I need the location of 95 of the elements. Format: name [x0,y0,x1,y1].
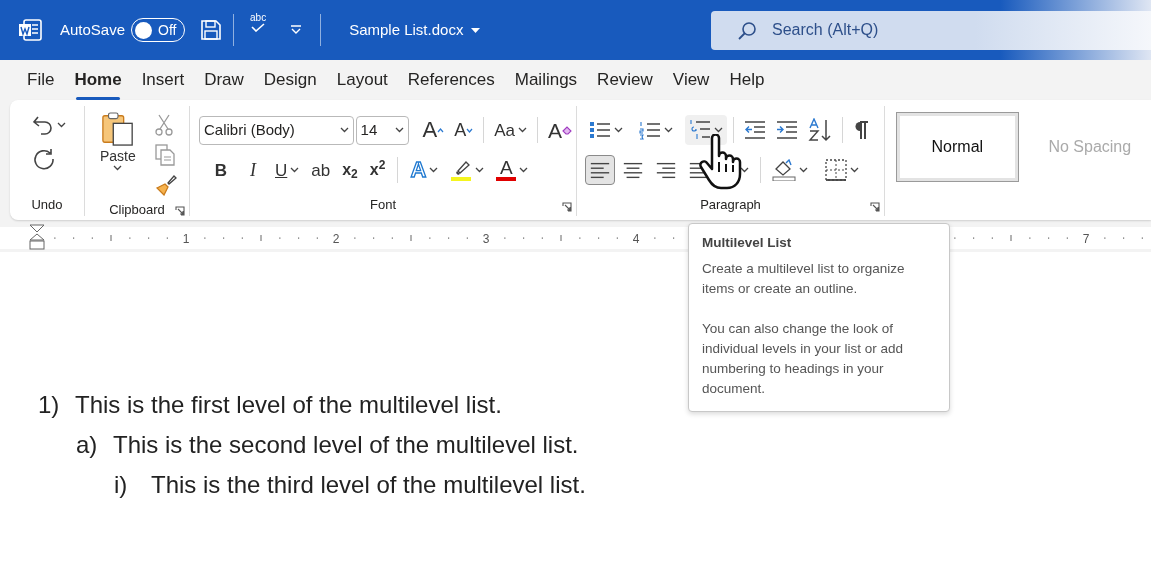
customize-chevron-icon[interactable] [290,25,303,35]
undo-icon [32,114,54,136]
chevron-down-icon [664,127,673,133]
chevron-down-icon [614,127,623,133]
app-icon [18,19,42,41]
tooltip-title: Multilevel List [702,234,793,252]
ribbon-tab[interactable]: Draw [194,61,254,97]
group-label: Paragraph [700,196,761,215]
strikethrough-button[interactable]: ab [307,155,335,185]
align-left-button[interactable] [585,155,615,185]
ribbon-tab[interactable]: View [662,61,720,97]
group-label: Clipboard [109,201,165,219]
chevron-down-icon [113,165,123,171]
highlighter-icon [450,159,473,181]
dialog-launcher-icon[interactable] [175,205,185,216]
clipboard-icon [100,111,135,147]
ribbon-tab[interactable]: Insert [131,61,195,97]
text-effects-button[interactable]: A [406,155,443,185]
numbered-list-icon [639,120,661,140]
autosave-label: AutoSave [60,19,126,40]
italic-button[interactable]: I [239,155,267,185]
ruler-number: 1 [182,231,190,248]
font-name-combo[interactable]: Calibri (Body) [199,115,354,145]
ribbon-tab[interactable]: Help [719,61,775,97]
group-label: Font [370,196,396,215]
paint-bucket-icon [772,159,796,181]
search-field[interactable]: Search (Alt+Q) [711,10,1151,50]
list-item-text: This is the second level of the multilevel list. [113,430,579,460]
multilevel-list-icon [689,119,711,141]
tooltip-text: You can also change the look of individual levels in your list or add numbering to headings in your document. [702,320,905,398]
ruler-number: 7 [1082,231,1090,248]
spelling-button[interactable]: abc [246,12,271,48]
chevron-down-icon [429,167,439,173]
ribbon-tab[interactable]: References [397,61,505,97]
outdent-icon [744,120,766,140]
chevron-down-icon [714,127,723,133]
multilevel-list-button[interactable] [685,115,727,145]
ribbon-tab[interactable]: Review [587,61,663,97]
style-gallery-item[interactable]: Normal [896,112,1019,182]
ribbon-tab[interactable]: File [17,61,65,97]
ruler-number: 4 [632,231,640,248]
paste-button[interactable]: Paste [95,110,141,184]
subscript-button[interactable]: x$_{2}$ [338,155,362,185]
list-item-text: This is the third level of the multilevel list. [151,470,586,500]
check-icon [251,23,266,32]
ribbon-tab[interactable]: Home [64,61,132,97]
tooltip-text: Create a multilevel list to organize items or create an outline. [702,260,906,298]
dialog-launcher-icon[interactable] [870,202,880,212]
caret-up-icon [437,127,445,133]
chevron-down-icon [850,167,859,173]
group-label: Undo [31,196,63,215]
ribbon-tab[interactable]: Design [253,61,327,97]
clear-formatting-button[interactable]: A [544,115,576,145]
grow-font-button[interactable]: A [418,115,449,145]
list-item-text: This is the first level of the multilevel list. [75,390,502,420]
bold-button[interactable]: B [207,155,235,185]
sort-icon [808,118,832,142]
document-name-button[interactable]: Sample List.docx [349,18,481,42]
eraser-icon [562,125,572,135]
shrink-font-button[interactable]: A [450,115,478,145]
ruler-number: 3 [482,231,490,248]
chevron-down-icon [339,127,349,133]
list-marker: a) [76,430,99,460]
pilcrow-icon [853,120,869,140]
ribbon-tab[interactable]: Layout [326,61,398,97]
paintbrush-icon [154,174,177,196]
chevron-down-icon [394,127,404,133]
chevron-down-icon [57,122,66,128]
font-size-combo[interactable]: 14 [355,115,409,145]
save-icon[interactable] [201,20,222,40]
color-bar-icon [496,177,517,181]
borders-icon [825,159,847,181]
font-color-button[interactable]: A [492,155,533,185]
ribbon-tab[interactable]: Mailings [504,61,588,97]
chevron-down-icon [518,127,527,133]
copy-icon [154,144,175,166]
underline-button[interactable]: U [271,155,304,185]
redo-icon [32,147,56,171]
caret-icon [471,27,481,33]
dialog-launcher-icon[interactable] [562,202,572,212]
change-case-button[interactable]: Aa [490,115,531,145]
chevron-down-icon [290,167,300,173]
indent-icon [776,120,798,140]
bullet-list-icon [589,120,611,140]
chevron-down-icon [799,167,808,173]
scissors-icon [154,114,173,136]
superscript-button[interactable]: x$^{2}$ [365,155,390,185]
ruler-number: 2 [332,231,340,248]
search-icon [737,20,757,41]
chevron-down-icon [475,167,485,173]
caret-down-icon [466,127,474,133]
chevron-down-icon [519,167,529,173]
list-marker: 1) [38,390,61,420]
list-marker: i) [114,470,129,500]
indent-marker-icon[interactable] [29,224,45,250]
